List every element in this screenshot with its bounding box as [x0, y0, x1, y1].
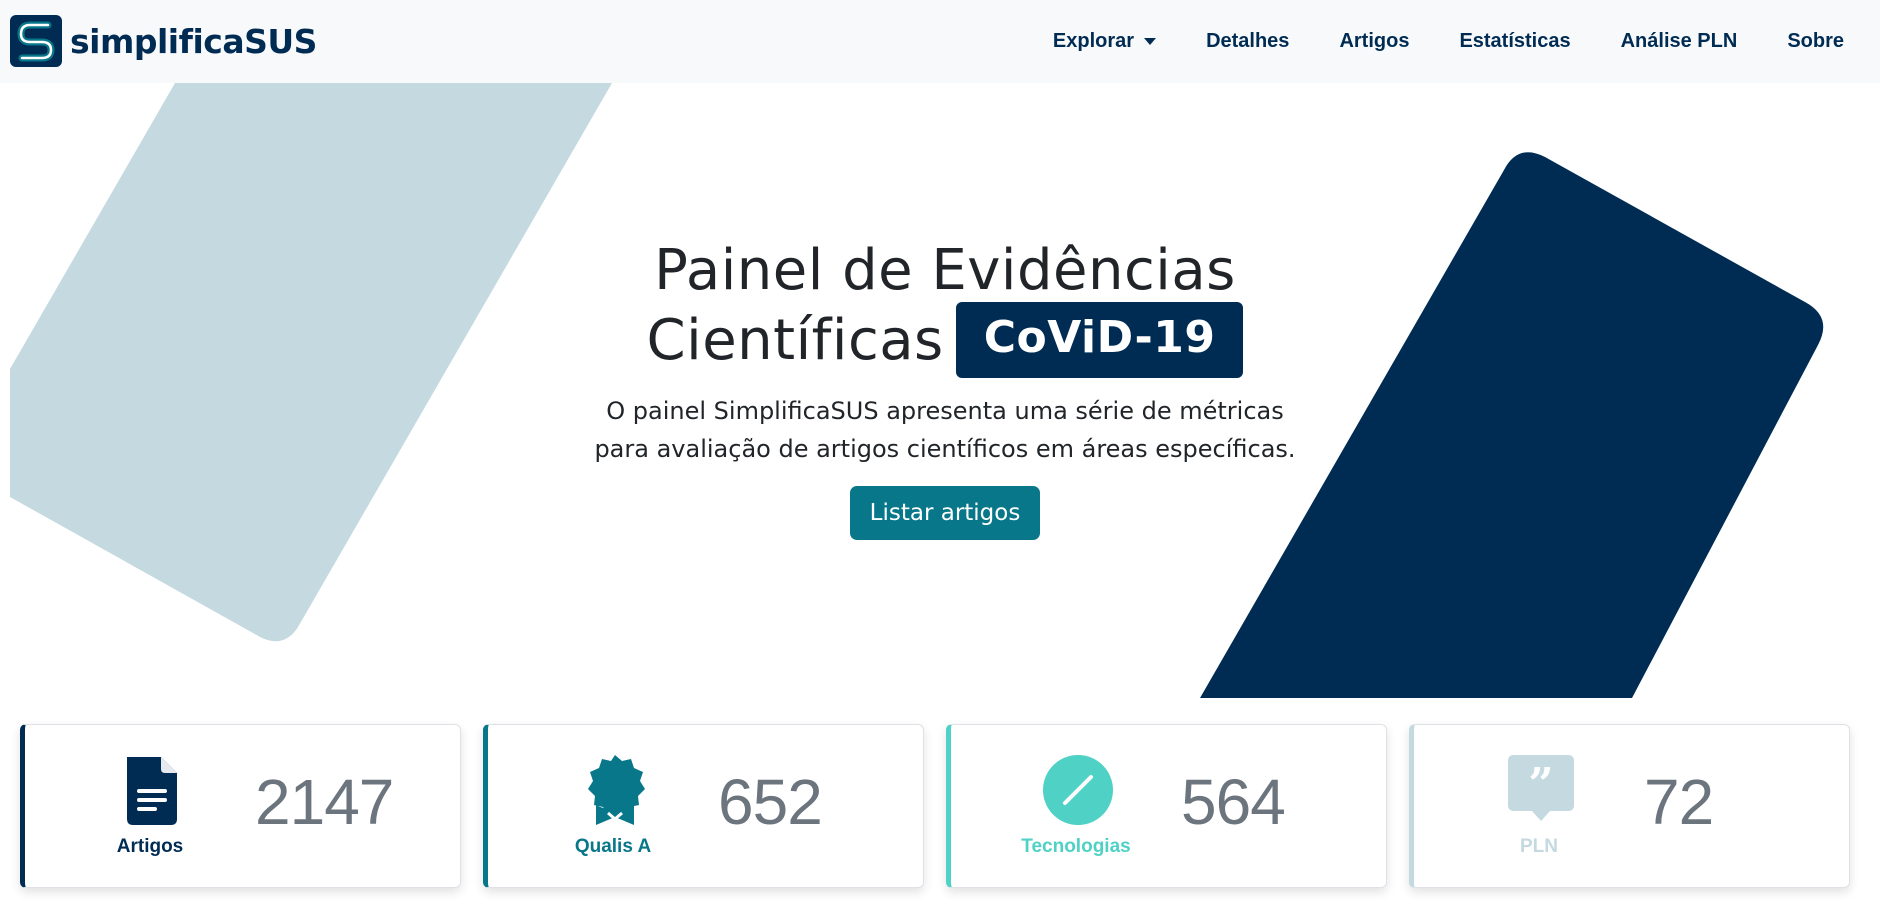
list-articles-button[interactable]: Listar artigos — [849, 486, 1041, 540]
card-value: 564 — [1181, 766, 1286, 838]
navbar: simplificaSUS Explorar Detalhes Artigos … — [0, 0, 1880, 83]
card-tecnologias[interactable]: Tecnologias 564 — [946, 724, 1387, 888]
light-blue-parallelogram — [10, 83, 612, 642]
card-label: Tecnologias — [1021, 836, 1131, 857]
caret-down-icon — [1144, 38, 1157, 45]
hero-description: O painel SimplificaSUS apresenta uma sér… — [594, 397, 1296, 463]
card-qualis-a[interactable]: Qualis A 652 — [483, 724, 924, 888]
hero-title-line2: Científicas CoViD-19 — [540, 302, 1350, 382]
nav-sobre[interactable]: Sobre — [1787, 30, 1844, 53]
hero-title: Painel de Evidências Científicas CoViD-19 — [540, 236, 1350, 382]
document-icon — [127, 757, 177, 825]
brand[interactable]: simplificaSUS — [10, 15, 317, 67]
award-icon — [588, 755, 645, 825]
card-value: 72 — [1644, 766, 1714, 838]
nav-links: Explorar Detalhes Artigos Estatísticas A… — [1003, 0, 1844, 83]
card-value: 2147 — [255, 766, 394, 838]
card-artigos[interactable]: Artigos 2147 — [20, 724, 461, 888]
slash-circle-icon — [1043, 755, 1113, 825]
brand-name: simplificaSUS — [70, 21, 317, 61]
simplificasus-logo-icon — [10, 15, 62, 67]
nav-explorar-dropdown[interactable]: Explorar — [1052, 30, 1157, 53]
card-value: 652 — [718, 766, 823, 838]
svg-text:”: ” — [1528, 759, 1553, 810]
hero: Painel de Evidências Científicas CoViD-19… — [540, 236, 1350, 540]
nav-explorar-label: Explorar — [1052, 30, 1135, 52]
card-label: Qualis A — [574, 836, 652, 857]
stat-cards: Artigos 2147 Qualis A 652 Tecnologias 56… — [20, 724, 1850, 888]
nav-detalhes[interactable]: Detalhes — [1206, 30, 1289, 53]
nav-estatisticas[interactable]: Estatísticas — [1459, 30, 1570, 53]
card-label: PLN — [1520, 836, 1558, 857]
card-pln[interactable]: ” PLN 72 — [1409, 724, 1850, 888]
covid-badge: CoViD-19 — [955, 302, 1244, 378]
hero-title-word: Científicas — [646, 308, 944, 374]
hero-title-line1: Painel de Evidências — [654, 238, 1236, 303]
nav-artigos[interactable]: Artigos — [1339, 30, 1409, 53]
quote-icon: ” — [1508, 755, 1574, 821]
card-label: Artigos — [116, 836, 184, 857]
nav-analise-pln[interactable]: Análise PLN — [1621, 30, 1738, 53]
